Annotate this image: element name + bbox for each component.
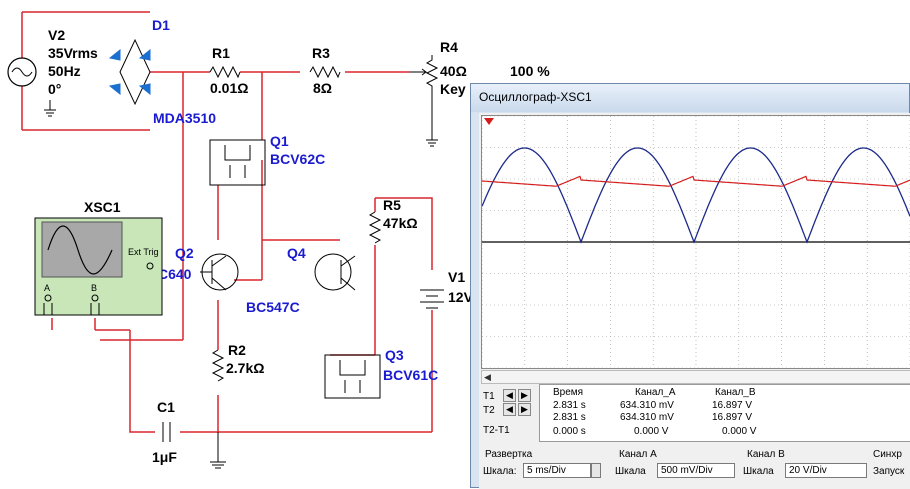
c1-capacitor-icon[interactable] — [162, 422, 171, 442]
v2-phase: 0° — [48, 81, 61, 97]
ground-icon — [44, 100, 56, 117]
v2-freq: 50Hz — [48, 63, 81, 79]
v2-vrms: 35Vrms — [48, 45, 98, 61]
q4-transistor-icon[interactable] — [314, 253, 352, 291]
oscilloscope-screen[interactable] — [481, 115, 910, 369]
r4-value: 40Ω — [440, 63, 467, 79]
r2-value: 2.7kΩ — [226, 360, 264, 376]
horizontal-scrollbar[interactable]: ◀ — [481, 370, 910, 384]
xsc1-ext-trig: Ext Trig — [128, 247, 159, 257]
oscilloscope-window[interactable]: Осциллограф-XSC1 ◀ T1 ◀ ▶ T2 ◀ ▶ T2-T1 В… — [470, 83, 910, 489]
ground-icon-2 — [210, 432, 226, 469]
q1-transistor-icon[interactable] — [209, 139, 266, 186]
r1-resistor-icon[interactable] — [209, 65, 241, 79]
cursor-t1-label: T1 — [483, 391, 495, 402]
q4-name: Q4 — [287, 245, 306, 261]
channel-b-scale-input[interactable]: 20 V/Div — [785, 463, 867, 478]
xsc1-a-label: A — [44, 283, 50, 293]
xsc1-name: XSC1 — [84, 199, 121, 215]
r3-value: 8Ω — [313, 80, 332, 96]
oscilloscope-body: ◀ T1 ◀ ▶ T2 ◀ ▶ T2-T1 Время Канал_A Кана… — [479, 113, 910, 489]
trigger-label: Запуск — [873, 466, 905, 477]
v1-name: V1 — [448, 269, 465, 285]
channel-b-group-label: Канал B — [747, 449, 785, 460]
q4-model: BC547C — [246, 299, 300, 315]
r2-resistor-icon[interactable] — [211, 349, 225, 382]
row1-channel-b: 16.897 V — [712, 400, 753, 411]
xsc1-instrument-icon[interactable] — [34, 217, 163, 316]
r4-name: R4 — [440, 39, 458, 55]
q1-model: BCV62C — [270, 151, 325, 167]
cursor-t2-label: T2 — [483, 405, 495, 416]
t1-right-arrow-icon[interactable]: ▶ — [518, 389, 531, 402]
r4-percent: 100 % — [510, 63, 550, 79]
scroll-left-icon[interactable]: ◀ — [484, 372, 491, 383]
row1-time: 2.831 s — [553, 400, 586, 411]
oscilloscope-titlebar[interactable]: Осциллограф-XSC1 — [471, 84, 909, 112]
row2-channel-a: 634.310 mV — [620, 412, 674, 423]
r5-name: R5 — [383, 197, 401, 213]
bridge-rectifier-icon[interactable] — [108, 38, 151, 106]
c1-name: C1 — [157, 399, 175, 415]
v2-name: V2 — [48, 27, 65, 43]
timebase-spinner[interactable] — [591, 463, 601, 478]
r4-key: Key — [440, 81, 466, 97]
r4-potentiometer-icon[interactable] — [425, 55, 439, 140]
channel-b-scale-label: Шкала — [743, 466, 774, 477]
q2-model: C640 — [158, 266, 192, 282]
cursor-t2t1-label: T2-T1 — [483, 425, 510, 436]
waveform-display — [481, 115, 910, 369]
cursor-readout-table: Время Канал_A Канал_B 2.831 s 634.310 mV… — [539, 384, 910, 442]
channel-a-scale-label: Шкала — [615, 466, 646, 477]
header-channel-a: Канал_A — [635, 387, 676, 398]
channel-a-group-label: Канал A — [619, 449, 657, 460]
trigger-group-label: Синхр — [873, 449, 902, 460]
r2-name: R2 — [228, 342, 246, 358]
row2-time: 2.831 s — [553, 412, 586, 423]
r3-resistor-icon[interactable] — [309, 65, 341, 79]
row3-channel-b: 0.000 V — [722, 426, 757, 437]
header-channel-b: Канал_B — [715, 387, 756, 398]
timebase-group-label: Развертка — [485, 449, 533, 460]
q2-name: Q2 — [175, 245, 194, 261]
r3-name: R3 — [312, 45, 330, 61]
d1-model: MDA3510 — [153, 110, 216, 126]
d1-name: D1 — [152, 17, 170, 33]
t1-left-arrow-icon[interactable]: ◀ — [503, 389, 516, 402]
cursor-marker-icon — [484, 118, 494, 125]
c1-value: 1μF — [152, 449, 177, 465]
q1-name: Q1 — [270, 133, 289, 149]
r1-value: 0.01Ω — [210, 80, 248, 96]
row3-channel-a: 0.000 V — [634, 426, 669, 437]
channel-a-scale-input[interactable]: 500 mV/Div — [657, 463, 735, 478]
row2-channel-b: 16.897 V — [712, 412, 753, 423]
channel-b-trace — [481, 147, 910, 244]
row3-time: 0.000 s — [553, 426, 586, 437]
oscilloscope-title: Осциллограф-XSC1 — [479, 90, 592, 104]
v1-battery-icon[interactable] — [420, 289, 444, 309]
r5-value: 47kΩ — [383, 215, 418, 231]
r1-name: R1 — [212, 45, 230, 61]
t2-left-arrow-icon[interactable]: ◀ — [503, 403, 516, 416]
t2-right-arrow-icon[interactable]: ▶ — [518, 403, 531, 416]
q3-transistor-icon[interactable] — [324, 354, 381, 399]
header-time: Время — [553, 387, 584, 398]
row1-channel-a: 634.310 mV — [620, 400, 674, 411]
xsc1-b-label: B — [91, 283, 97, 293]
timebase-scale-input[interactable]: 5 ms/Div — [523, 463, 591, 478]
r5-resistor-icon[interactable] — [368, 211, 382, 244]
q3-name: Q3 — [385, 347, 404, 363]
q3-model: BCV61C — [383, 367, 438, 383]
timebase-scale-label: Шкала: — [483, 466, 517, 477]
